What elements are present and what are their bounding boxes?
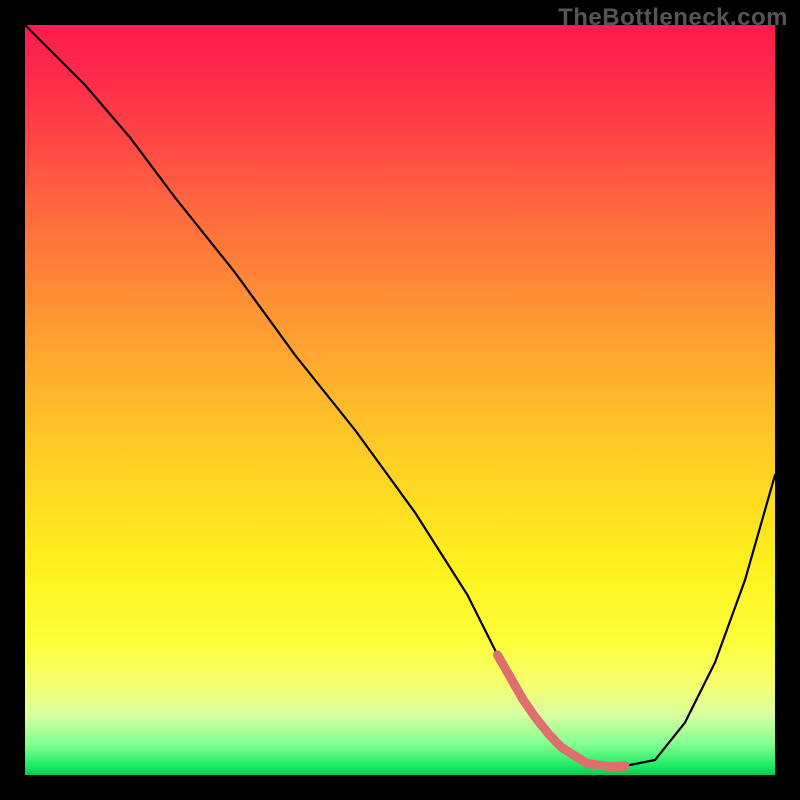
optimal-highlight bbox=[498, 655, 626, 767]
watermark-text: TheBottleneck.com bbox=[558, 4, 788, 32]
plot-area bbox=[25, 25, 775, 775]
chart-container: TheBottleneck.com bbox=[0, 0, 800, 800]
curve-svg bbox=[25, 25, 775, 775]
bottleneck-curve bbox=[25, 25, 775, 768]
